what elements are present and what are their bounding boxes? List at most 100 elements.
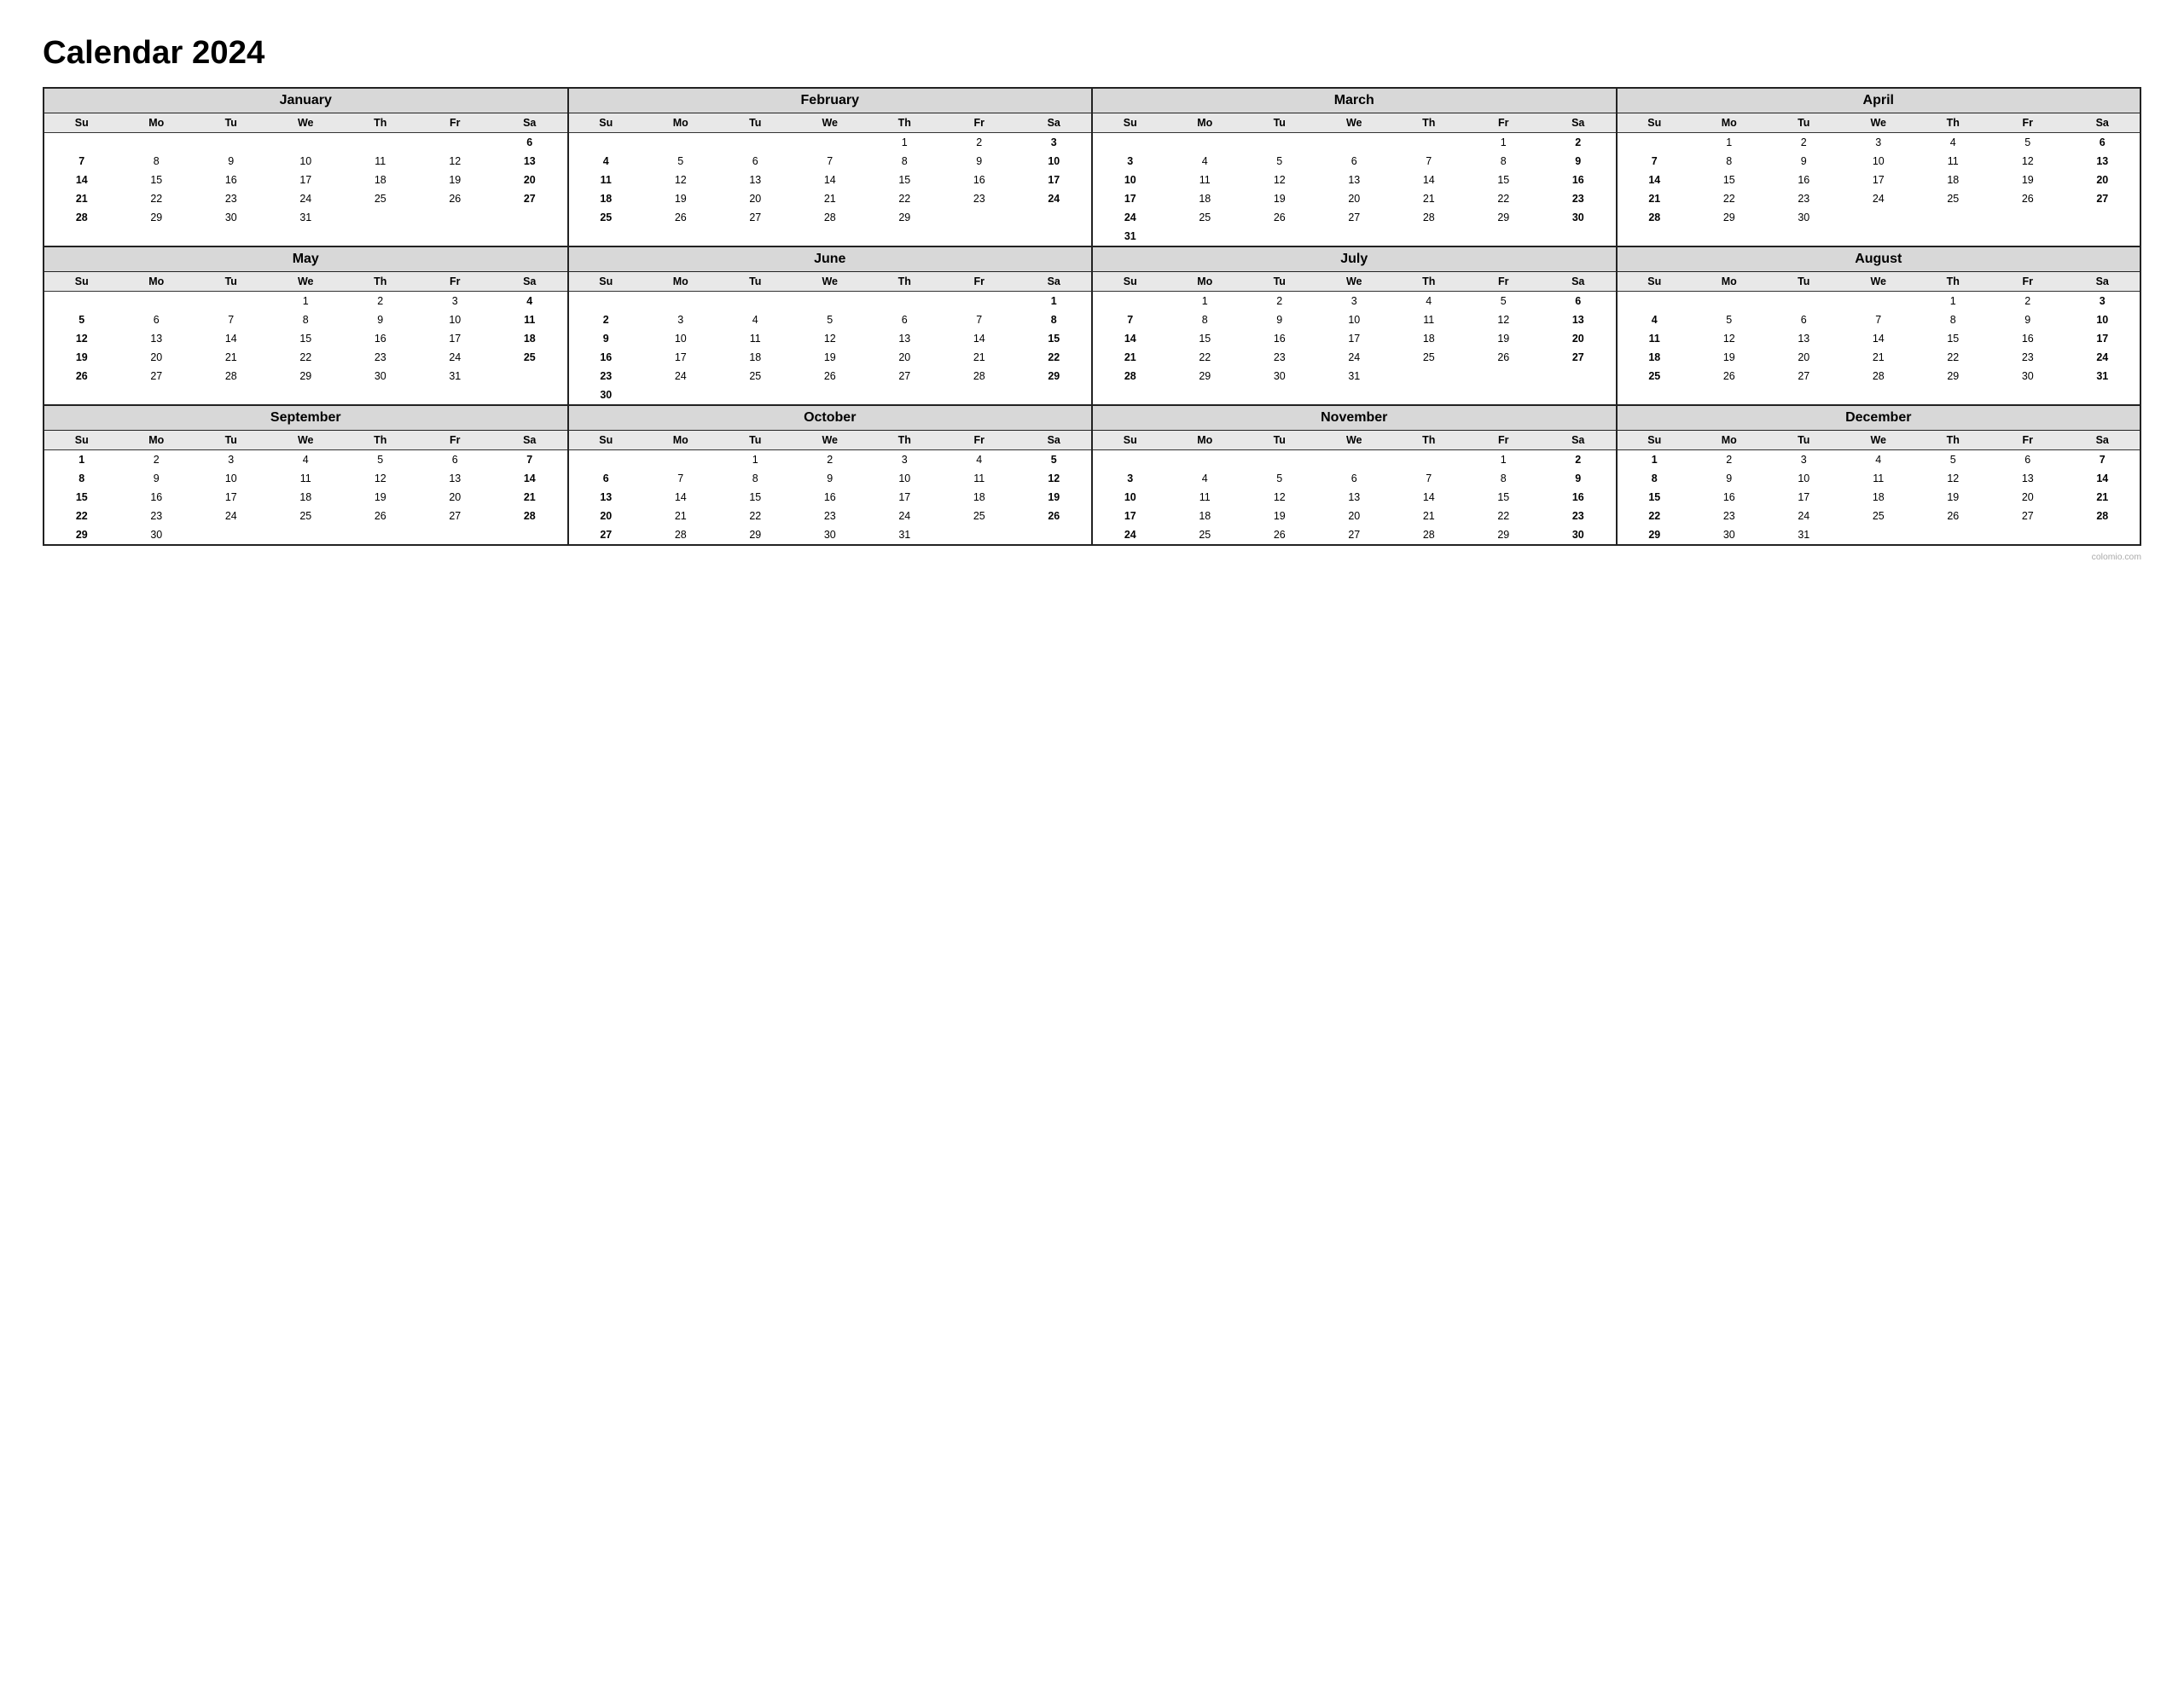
day-cell: 23 (1767, 189, 1842, 208)
day-header-tu: Tu (718, 272, 793, 292)
day-cell (492, 525, 567, 544)
day-header-su: Su (1093, 272, 1168, 292)
day-cell: 5 (793, 310, 868, 329)
day-cell (1317, 227, 1392, 246)
day-cell: 17 (1841, 171, 1916, 189)
day-cell: 16 (1692, 488, 1767, 507)
day-cell: 11 (1618, 329, 1693, 348)
day-cell: 1 (1916, 292, 1991, 311)
day-cell: 23 (1692, 507, 1767, 525)
day-cell: 10 (194, 469, 269, 488)
day-cell: 7 (1093, 310, 1168, 329)
day-cell: 31 (1317, 367, 1392, 386)
day-cell: 23 (1990, 348, 2065, 367)
day-cell: 2 (343, 292, 418, 311)
day-header-tu: Tu (1767, 272, 1842, 292)
day-cell: 22 (1916, 348, 1991, 367)
day-cell: 22 (1618, 507, 1693, 525)
day-cell: 16 (1767, 171, 1842, 189)
day-cell: 1 (1467, 450, 1542, 470)
day-header-tu: Tu (194, 272, 269, 292)
day-cell: 29 (269, 367, 344, 386)
day-cell: 25 (718, 367, 793, 386)
day-cell (868, 292, 943, 311)
day-header-we: We (1841, 272, 1916, 292)
day-cell: 14 (194, 329, 269, 348)
day-header-fr: Fr (942, 431, 1017, 450)
day-cell (1017, 386, 1092, 404)
day-cell: 27 (718, 208, 793, 227)
day-cell (1916, 208, 1991, 227)
day-cell: 14 (793, 171, 868, 189)
day-header-we: We (1841, 431, 1916, 450)
day-cell: 4 (1391, 292, 1467, 311)
day-cell: 8 (868, 152, 943, 171)
day-cell: 24 (418, 348, 493, 367)
day-cell: 21 (44, 189, 119, 208)
day-cell: 12 (1242, 171, 1317, 189)
day-cell: 24 (269, 189, 344, 208)
day-cell: 19 (1467, 329, 1542, 348)
day-cell: 21 (1391, 189, 1467, 208)
day-cell: 8 (1692, 152, 1767, 171)
day-cell: 7 (44, 152, 119, 171)
day-header-mo: Mo (119, 431, 195, 450)
day-cell: 15 (269, 329, 344, 348)
day-cell: 6 (1317, 469, 1392, 488)
day-cell: 30 (1541, 208, 1616, 227)
day-cell: 2 (1541, 450, 1616, 470)
day-cell (269, 133, 344, 153)
day-cell: 30 (119, 525, 195, 544)
day-cell: 28 (1841, 367, 1916, 386)
day-cell: 21 (2065, 488, 2140, 507)
day-cell: 15 (119, 171, 195, 189)
day-cell: 22 (718, 507, 793, 525)
day-cell: 4 (569, 152, 644, 171)
day-cell: 29 (1017, 367, 1092, 386)
day-cell: 25 (569, 208, 644, 227)
day-cell: 24 (1093, 525, 1168, 544)
day-header-we: We (1317, 113, 1392, 133)
day-cell: 5 (643, 152, 718, 171)
day-cell: 27 (569, 525, 644, 544)
day-cell: 28 (793, 208, 868, 227)
day-cell (793, 133, 868, 153)
day-cell: 2 (1692, 450, 1767, 470)
day-header-mo: Mo (643, 113, 718, 133)
day-cell: 14 (44, 171, 119, 189)
day-cell: 19 (643, 189, 718, 208)
day-cell: 4 (1168, 469, 1243, 488)
day-cell: 17 (194, 488, 269, 507)
month-november: NovemberSuMoTuWeThFrSa123456789101112131… (1093, 406, 1618, 546)
day-cell: 20 (1990, 488, 2065, 507)
day-cell: 13 (1990, 469, 2065, 488)
month-title: September (44, 406, 567, 431)
day-cell: 18 (269, 488, 344, 507)
month-title: August (1618, 247, 2140, 272)
day-cell (1168, 450, 1243, 470)
day-cell: 21 (643, 507, 718, 525)
day-cell: 8 (44, 469, 119, 488)
day-header-th: Th (343, 272, 418, 292)
day-header-we: We (1317, 272, 1392, 292)
day-cell: 17 (1767, 488, 1842, 507)
day-cell: 8 (1017, 310, 1092, 329)
day-cell: 1 (1168, 292, 1243, 311)
day-cell: 24 (868, 507, 943, 525)
day-cell: 17 (1093, 189, 1168, 208)
day-cell: 20 (119, 348, 195, 367)
day-header-su: Su (1618, 272, 1693, 292)
day-cell: 3 (418, 292, 493, 311)
day-cell (119, 133, 195, 153)
day-cell: 21 (1841, 348, 1916, 367)
day-cell: 20 (492, 171, 567, 189)
day-cell: 27 (868, 367, 943, 386)
day-cell: 24 (1017, 189, 1092, 208)
day-cell: 19 (1017, 488, 1092, 507)
day-cell: 16 (942, 171, 1017, 189)
month-december: DecemberSuMoTuWeThFrSa123456789101112131… (1618, 406, 2142, 546)
day-cell: 22 (1168, 348, 1243, 367)
day-cell: 2 (1767, 133, 1842, 153)
day-cell: 2 (1541, 133, 1616, 153)
day-cell: 1 (44, 450, 119, 470)
